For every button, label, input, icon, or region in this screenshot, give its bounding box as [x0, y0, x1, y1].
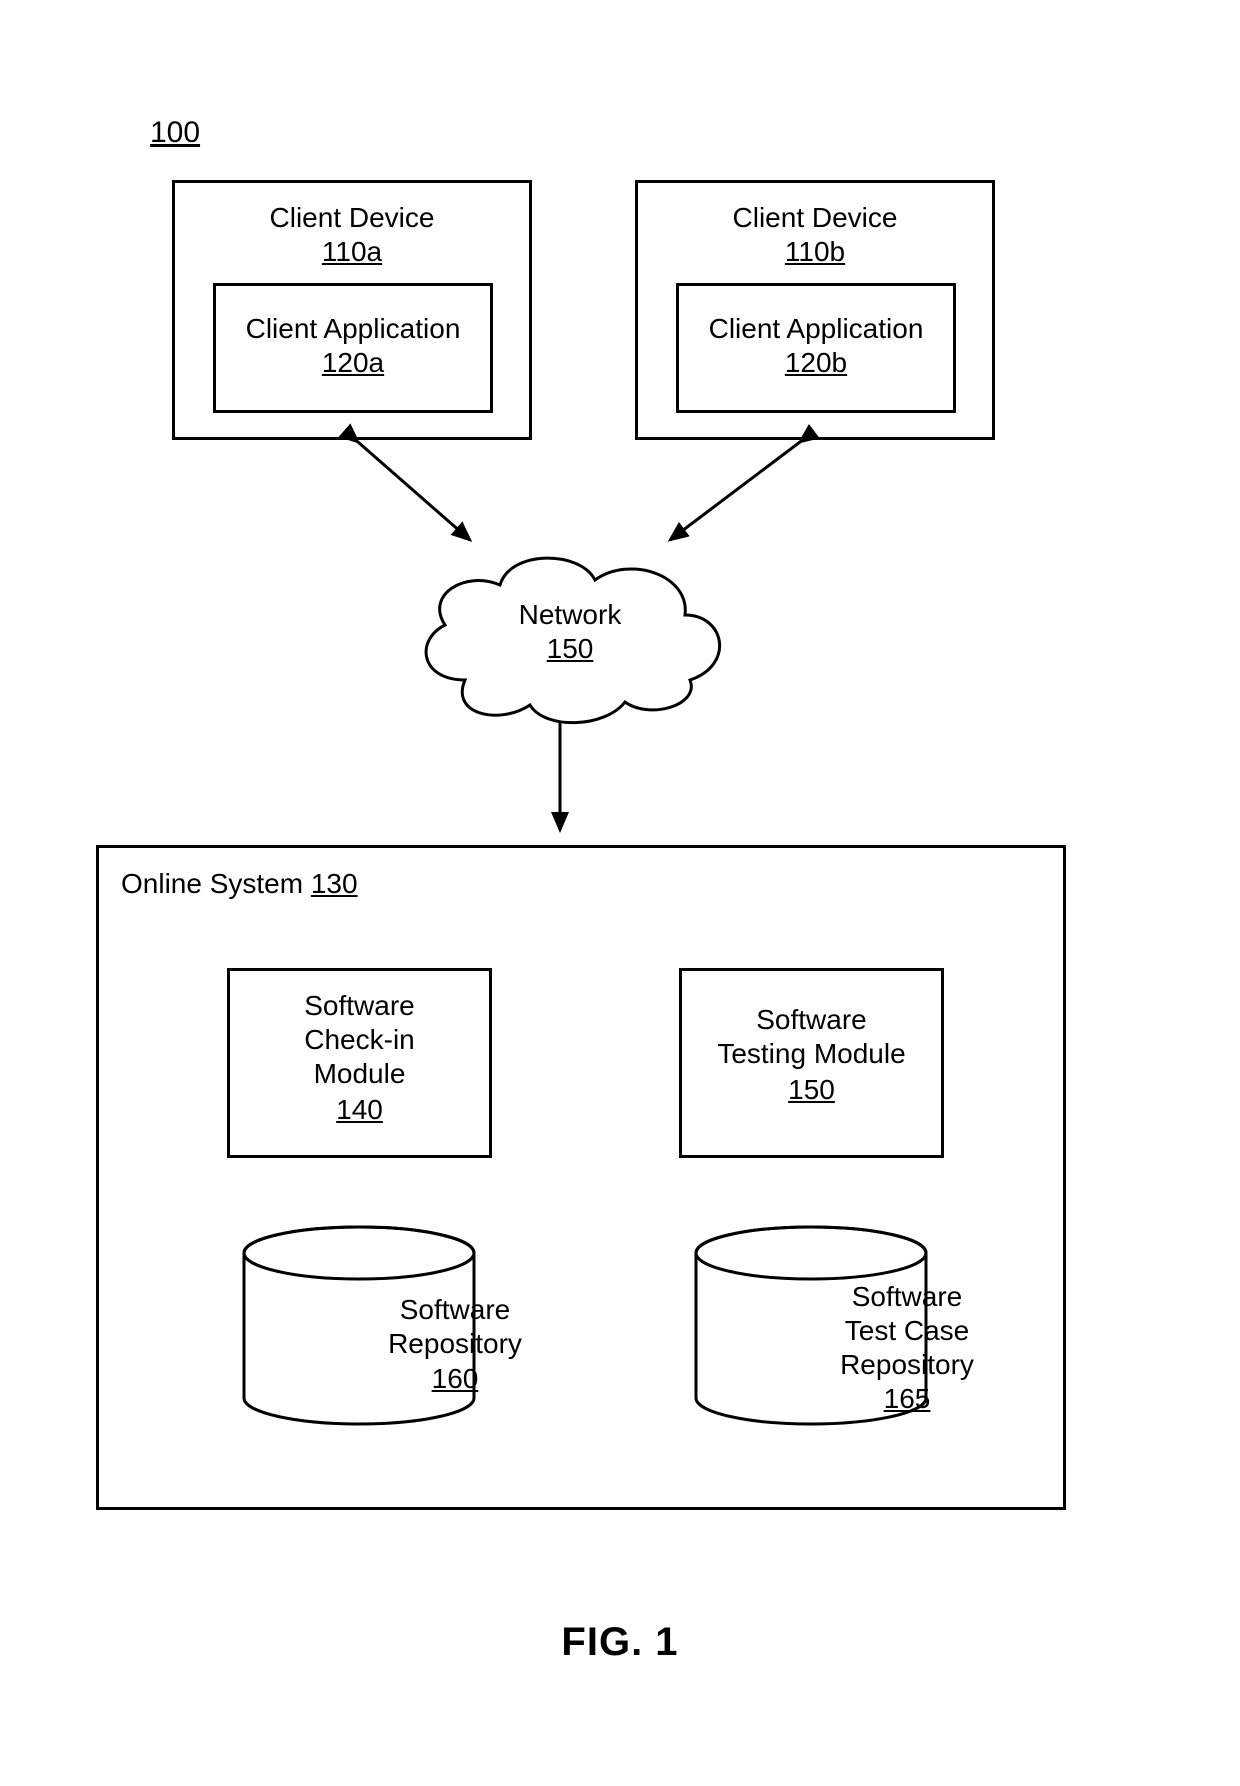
online-system-title: Online System 130: [121, 868, 358, 900]
figure-caption: FIG. 1: [0, 1620, 1240, 1665]
network-label: Network: [390, 598, 750, 632]
checkin-ref: 140: [230, 1093, 489, 1127]
checkin-l2: Check-in: [230, 1023, 489, 1057]
testing-l1: Software: [682, 1003, 941, 1037]
testcase-repo-ref: 165: [787, 1382, 1027, 1416]
software-repo-l2: Repository: [335, 1327, 575, 1361]
testcase-repo-l1: Software: [787, 1280, 1027, 1314]
software-repo-l1: Software: [335, 1293, 575, 1327]
software-testing-module: Software Testing Module 150: [679, 968, 944, 1158]
checkin-l1: Software: [230, 989, 489, 1023]
online-system-label: Online System: [121, 868, 303, 899]
network-ref: 150: [390, 632, 750, 666]
online-system: Online System 130 Software Check-in Modu…: [96, 845, 1066, 1510]
diagram-canvas: 100 Client Device 110a Client Applicatio…: [0, 0, 1240, 1786]
testing-l2: Testing Module: [682, 1037, 941, 1071]
testcase-repo-l2: Test Case: [787, 1314, 1027, 1348]
testing-ref: 150: [682, 1073, 941, 1107]
online-system-ref: 130: [311, 868, 358, 899]
software-repo-ref: 160: [335, 1362, 575, 1396]
testcase-repo-l3: Repository: [787, 1348, 1027, 1382]
checkin-l3: Module: [230, 1057, 489, 1091]
software-checkin-module: Software Check-in Module 140: [227, 968, 492, 1158]
